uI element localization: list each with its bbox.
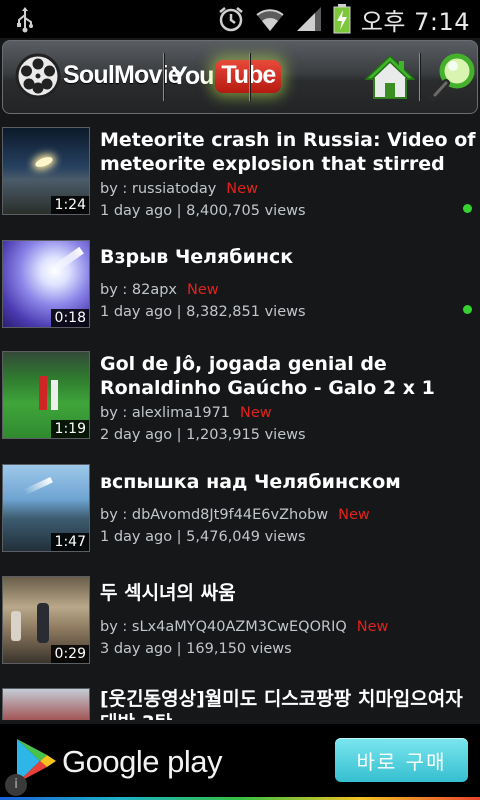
video-thumbnail[interactable]: 1:24 <box>2 127 90 215</box>
app-bar: SoulMovie You Tube <box>2 40 478 114</box>
divider <box>163 53 164 101</box>
video-author: by : russiatoday New <box>100 181 258 197</box>
author-name: by : dbAvomd8Jt9f44E6vZhobw <box>100 507 329 523</box>
video-thumbnail[interactable]: 0:18 <box>2 240 90 328</box>
author-name: by : russiatoday <box>100 181 217 197</box>
video-author: by : 82apx New <box>100 282 219 298</box>
new-badge: New <box>226 181 258 197</box>
buy-now-button[interactable]: 바로 구매 <box>335 738 468 782</box>
new-badge: New <box>356 619 389 635</box>
home-icon[interactable] <box>365 55 415 101</box>
status-bar: 오후 7:14 <box>0 0 480 38</box>
ad-brand-text: Google play <box>62 744 222 779</box>
status-dot <box>463 305 472 314</box>
new-badge: New <box>187 282 219 298</box>
battery-charging-icon <box>333 4 351 34</box>
video-list-item[interactable]: 0:29 두 섹시녀의 싸움 by : sLx4aMYQ40AZM3CwEQOR… <box>0 569 480 679</box>
video-thumbnail[interactable]: 1:47 <box>2 464 90 552</box>
divider <box>419 53 420 101</box>
video-duration: 1:19 <box>50 420 89 438</box>
video-stats: 1 day ago | 8,400,705 views <box>100 203 306 219</box>
video-stats: 1 day ago | 5,476,049 views <box>100 529 306 545</box>
video-duration: 1:47 <box>50 533 89 551</box>
usb-icon <box>17 7 33 33</box>
video-title[interactable]: Meteorite crash in Russia: Video of mete… <box>100 128 478 176</box>
youtube-logo[interactable]: You Tube <box>171 58 282 94</box>
new-badge: New <box>338 507 370 523</box>
video-list-item[interactable]: 1:47 вспышка над Челябинском by : dbAvom… <box>0 457 480 567</box>
video-thumbnail[interactable]: 0:29 <box>2 576 90 664</box>
search-icon[interactable] <box>427 51 477 103</box>
ad-info-icon[interactable]: i <box>5 774 27 796</box>
alarm-icon <box>219 7 243 32</box>
video-stats: 1 day ago | 8,382,851 views <box>100 304 306 320</box>
video-list-item[interactable]: [웃긴동영상]월미도 디스코팡팡 치마입으여자 대박 3탄 <box>0 681 480 720</box>
film-reel-icon[interactable] <box>15 53 61 99</box>
video-list-item[interactable]: 1:19 Gol de Jô, jogada genial de Ronaldi… <box>0 344 480 454</box>
video-duration: 1:24 <box>50 196 89 214</box>
video-stats: 2 day ago | 1,203,915 views <box>100 427 306 443</box>
ad-banner[interactable]: Google play 바로 구매 <box>0 724 480 800</box>
video-duration: 0:29 <box>50 645 89 663</box>
video-author: by : dbAvomd8Jt9f44E6vZhobw New <box>100 507 370 523</box>
signal-icon <box>296 7 321 31</box>
author-name: by : sLx4aMYQ40AZM3CwEQORIQ <box>100 619 347 635</box>
new-badge: New <box>240 405 272 421</box>
video-duration: 0:18 <box>50 309 89 327</box>
divider <box>249 53 250 101</box>
youtube-logo-you: You <box>171 61 214 90</box>
author-name: by : alexlima1971 <box>100 405 231 421</box>
video-title[interactable]: [웃긴동영상]월미도 디스코팡팡 치마입으여자 대박 3탄 <box>100 687 478 720</box>
video-author: by : sLx4aMYQ40AZM3CwEQORIQ New <box>100 619 388 635</box>
author-name: by : 82apx <box>100 282 178 298</box>
status-dot <box>463 204 472 213</box>
video-title[interactable]: вспышка над Челябинском <box>100 470 478 494</box>
video-list-item[interactable]: 0:18 Взрыв Челябинск by : 82apx New 1 day… <box>0 233 480 343</box>
video-author: by : alexlima1971 New <box>100 405 272 421</box>
video-title[interactable]: Gol de Jô, jogada genial de Ronaldinho G… <box>100 352 478 400</box>
wifi-icon <box>256 9 284 32</box>
status-time: 오후 7:14 <box>360 7 470 36</box>
video-stats: 3 day ago | 169,150 views <box>100 641 292 657</box>
video-list: 1:24 Meteorite crash in Russia: Video of… <box>0 120 480 720</box>
video-title[interactable]: Взрыв Челябинск <box>100 245 478 269</box>
video-list-item[interactable]: 1:24 Meteorite crash in Russia: Video of… <box>0 120 480 230</box>
video-thumbnail[interactable]: 1:19 <box>2 351 90 439</box>
video-thumbnail[interactable] <box>2 688 90 720</box>
video-title[interactable]: 두 섹시녀의 싸움 <box>100 581 478 605</box>
